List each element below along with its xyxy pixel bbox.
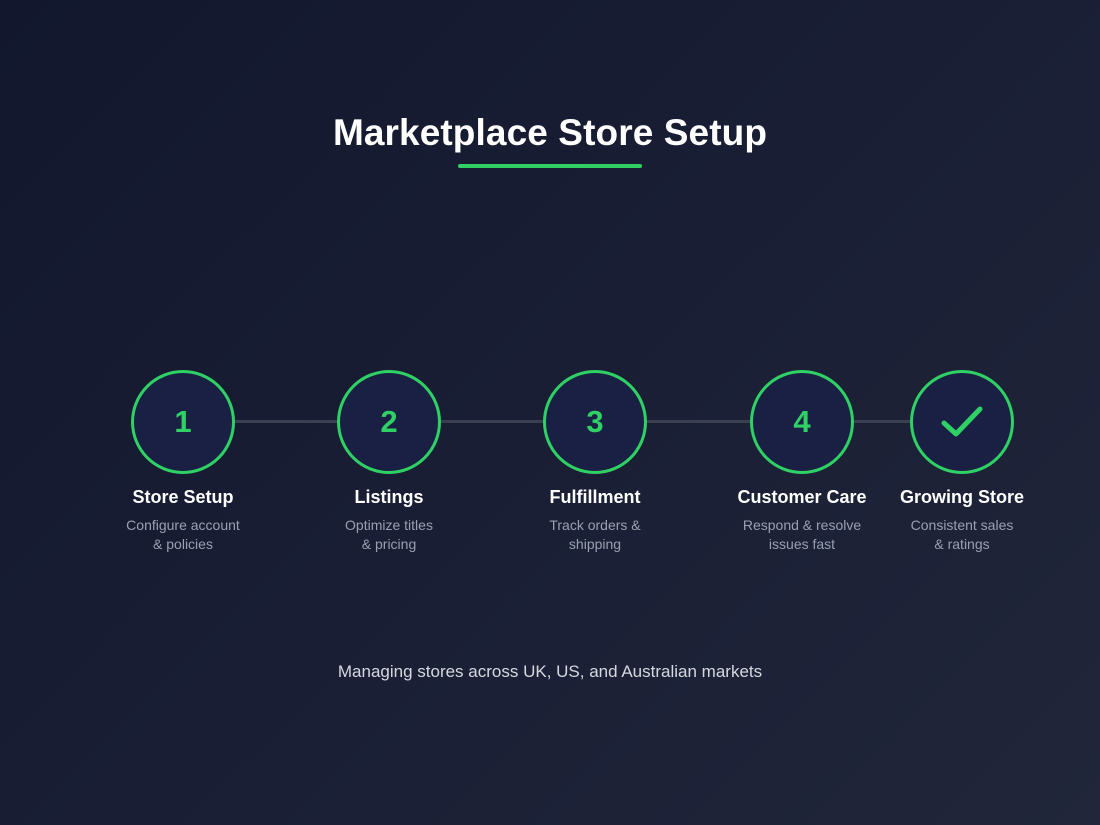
step-connector [853,420,911,423]
step-number: 1 [174,404,192,439]
step-description: Consistent sales & ratings [910,517,1014,552]
step-5-circle [910,370,1014,474]
step-title: Growing Store [899,487,1024,507]
step-connector [647,420,750,423]
step-title: Listings [354,487,424,507]
step-description: Track orders & shipping [549,517,641,552]
step-description: Respond & resolve issues fast [742,517,862,552]
step-1-circle: 1 [131,370,235,474]
step-3-circle: 3 [543,370,647,474]
title-underline [458,164,642,168]
page-title: Marketplace Store Setup [332,112,768,153]
step-4-circle: 4 [750,370,854,474]
step-2-circle: 2 [337,370,441,474]
footer-caption: Managing stores across UK, US, and Austr… [337,662,763,681]
checkmark-icon [941,406,983,437]
step-title: Customer Care [737,487,867,507]
step-number: 3 [586,404,604,439]
step-description: Optimize titles & pricing [345,517,433,552]
step-title: Fulfillment [549,487,641,507]
step-number: 4 [793,404,811,439]
step-connector [235,420,338,423]
step-number: 2 [380,404,398,439]
step-connector [441,420,544,423]
step-description: Configure account & policies [126,517,240,552]
step-title: Store Setup [132,487,234,507]
